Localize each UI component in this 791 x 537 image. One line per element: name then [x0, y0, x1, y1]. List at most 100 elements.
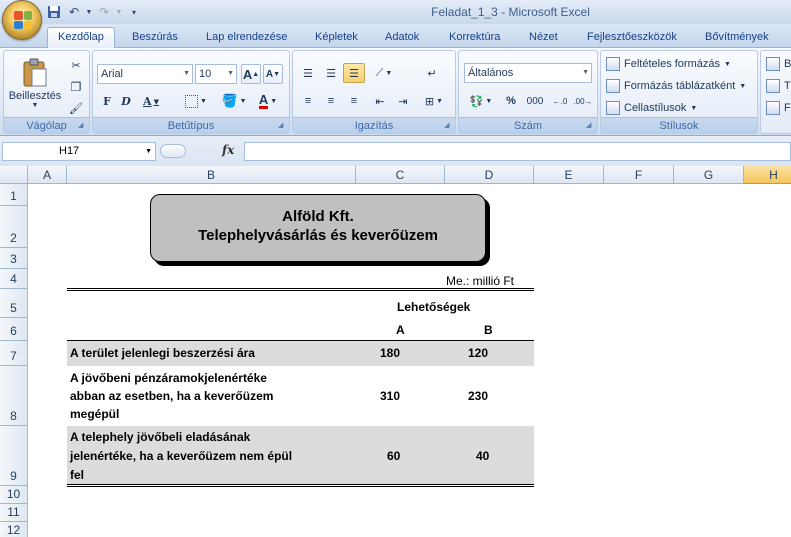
- column-header-c[interactable]: C: [356, 166, 445, 184]
- formula-input[interactable]: [244, 142, 791, 161]
- insert-function-button[interactable]: fx: [222, 143, 234, 157]
- align-top-button[interactable]: ☰: [297, 63, 319, 83]
- number-group: Általános ▼ 💱 ▼ % 000 ←.0 .00→ Szám ◢: [458, 50, 598, 134]
- row-header[interactable]: 1: [0, 184, 28, 206]
- tab-developer[interactable]: Fejlesztőeszközök: [587, 28, 677, 48]
- copy-button[interactable]: ❐: [66, 77, 86, 97]
- tab-insert[interactable]: Beszúrás: [132, 28, 178, 48]
- decrease-decimal-button[interactable]: .00→: [572, 91, 594, 111]
- column-header-b[interactable]: B: [67, 166, 356, 184]
- row-header[interactable]: 6: [0, 318, 28, 341]
- column-header-a[interactable]: A: [28, 166, 67, 184]
- paste-label: Beillesztés: [8, 89, 62, 102]
- tab-view[interactable]: Nézet: [529, 28, 558, 48]
- title-line-2: Telephelyvásárlás és keverőüzem: [198, 227, 438, 244]
- font-color-button[interactable]: A ▼: [253, 91, 283, 111]
- row-header[interactable]: 2: [0, 206, 28, 248]
- cut-button[interactable]: ✂: [66, 55, 86, 75]
- ribbon-tabs: Kezdőlap Beszúrás Lap elrendezése Képlet…: [0, 24, 791, 49]
- dialog-launcher-icon[interactable]: ◢: [78, 121, 87, 130]
- value-a: 310: [380, 389, 401, 403]
- italic-button[interactable]: D: [117, 91, 135, 111]
- align-bottom-button[interactable]: ☰: [343, 63, 365, 83]
- row-header[interactable]: 5: [0, 289, 28, 318]
- dialog-launcher-icon[interactable]: ◢: [586, 121, 595, 130]
- scissors-icon: ✂: [71, 59, 81, 72]
- dialog-launcher-icon[interactable]: ◢: [278, 121, 287, 130]
- comma-style-button[interactable]: 000: [523, 91, 547, 111]
- row-header[interactable]: 8: [0, 366, 28, 426]
- title-shape[interactable]: Alföld Kft. Telephelyvásárlás és keverőü…: [150, 194, 486, 262]
- row-header[interactable]: 11: [0, 504, 28, 522]
- align-left-button[interactable]: ≡: [297, 91, 319, 111]
- percent-style-button[interactable]: %: [501, 91, 521, 111]
- clipboard-group-label: Vágólap: [4, 117, 89, 133]
- align-center-icon: ≡: [327, 95, 335, 107]
- row-label-line: jelenértéke, ha a keverőüzem nem épül: [70, 449, 293, 463]
- tab-page-layout[interactable]: Lap elrendezése: [206, 28, 287, 48]
- format-cells-label: F: [784, 102, 791, 114]
- wrap-text-button[interactable]: ↵: [421, 63, 443, 83]
- font-name-combo[interactable]: Arial ▼: [97, 64, 193, 84]
- name-box-value: H17: [59, 145, 80, 157]
- increase-indent-icon: ⇥: [398, 95, 408, 108]
- align-middle-button[interactable]: ☰: [320, 63, 342, 83]
- name-box[interactable]: H17 ▼: [2, 142, 156, 161]
- font-size-value: 10: [199, 68, 212, 80]
- column-header-h[interactable]: H: [744, 166, 791, 184]
- align-center-button[interactable]: ≡: [320, 91, 342, 111]
- increase-decimal-button[interactable]: ←.0: [549, 91, 571, 111]
- conditional-formatting-icon: [606, 57, 620, 71]
- accounting-format-button[interactable]: 💱 ▼: [464, 91, 498, 111]
- row-label: A terület jelenlegi beszerzési ára: [70, 346, 255, 360]
- fill-color-button[interactable]: 🪣 ▼: [219, 91, 249, 111]
- font-size-combo[interactable]: 10 ▼: [195, 64, 237, 84]
- underline-button[interactable]: A ▼: [137, 91, 165, 111]
- chevron-down-icon: ▼: [183, 70, 190, 77]
- row-header[interactable]: 4: [0, 269, 28, 289]
- format-cells-button[interactable]: F: [766, 98, 791, 118]
- row-header[interactable]: 12: [0, 522, 28, 537]
- tab-review[interactable]: Korrektúra: [449, 28, 500, 48]
- column-header-d[interactable]: D: [445, 166, 534, 184]
- borders-button[interactable]: ▼: [181, 91, 211, 111]
- merge-center-button[interactable]: ⊞ ▼: [419, 91, 449, 111]
- cell-styles-button[interactable]: Cellastílusok ▼: [606, 98, 697, 118]
- delete-cells-button[interactable]: T: [766, 76, 791, 96]
- unit-label: Me.: millió Ft: [446, 274, 515, 288]
- row-header[interactable]: 10: [0, 486, 28, 504]
- grow-font-button[interactable]: A ▲: [241, 64, 261, 84]
- tab-home[interactable]: Kezdőlap: [47, 27, 115, 49]
- borders-icon: [185, 94, 199, 108]
- insert-cells-button[interactable]: B: [766, 54, 791, 74]
- orientation-button[interactable]: ⟋ ▼: [369, 63, 399, 83]
- align-right-button[interactable]: ≡: [343, 91, 365, 111]
- increase-indent-button[interactable]: ⇥: [392, 91, 414, 111]
- worksheet-grid[interactable]: A B C D E F G H 1 2 3 4 5 6 7 8 9 10 11 …: [0, 166, 791, 537]
- select-all-corner[interactable]: [0, 166, 28, 184]
- number-format-combo[interactable]: Általános ▼: [464, 63, 592, 83]
- column-header-f[interactable]: F: [604, 166, 674, 184]
- paste-button[interactable]: Beillesztés ▼: [6, 53, 64, 113]
- row-header[interactable]: 7: [0, 341, 28, 366]
- column-header-g[interactable]: G: [674, 166, 744, 184]
- tab-formulas[interactable]: Képletek: [315, 28, 358, 48]
- office-button[interactable]: [2, 0, 42, 40]
- bold-button[interactable]: F: [98, 91, 116, 111]
- format-as-table-button[interactable]: Formázás táblázatként ▼: [606, 76, 746, 96]
- align-left-icon: ≡: [304, 95, 312, 107]
- insert-cells-icon: [766, 57, 780, 71]
- tab-addins[interactable]: Bővítmények: [705, 28, 769, 48]
- conditional-formatting-button[interactable]: Feltételes formázás ▼: [606, 54, 731, 74]
- row-header[interactable]: 9: [0, 426, 28, 486]
- underline-label: A: [143, 94, 152, 108]
- row-header[interactable]: 3: [0, 248, 28, 269]
- dialog-launcher-icon[interactable]: ◢: [444, 121, 453, 130]
- tab-data[interactable]: Adatok: [385, 28, 419, 48]
- alignment-group: ☰ ☰ ☰ ⟋ ▼ ↵ ≡ ≡ ≡ ⇤ ⇥ ⊞ ▼ Igazítás ◢: [292, 50, 456, 134]
- shrink-font-button[interactable]: A ▼: [263, 64, 283, 84]
- format-painter-button[interactable]: 🖌: [66, 98, 86, 118]
- chevron-down-icon: ▼: [227, 70, 234, 77]
- column-header-e[interactable]: E: [534, 166, 604, 184]
- decrease-indent-button[interactable]: ⇤: [369, 91, 391, 111]
